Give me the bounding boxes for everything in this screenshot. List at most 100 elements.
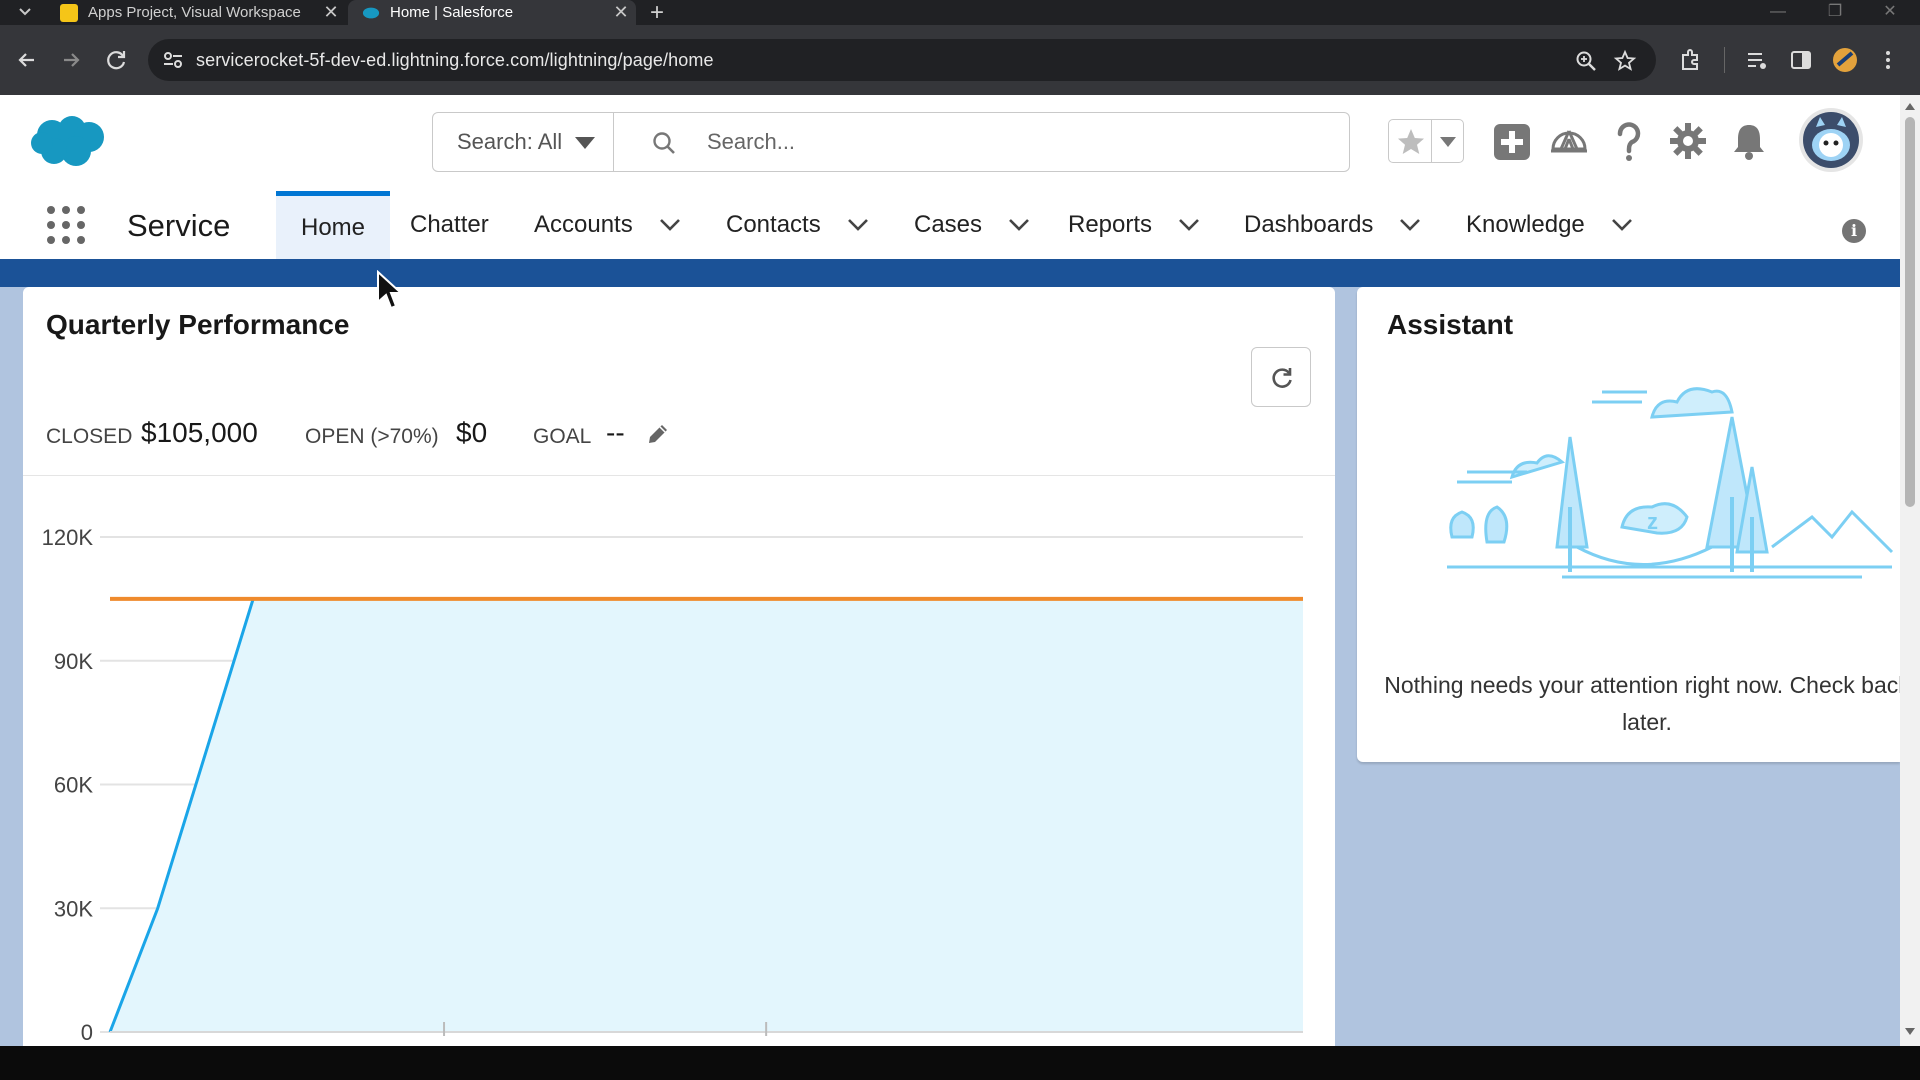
notifications-bell-icon[interactable]	[1730, 121, 1768, 161]
side-panel-icon[interactable]	[1786, 45, 1816, 75]
chevron-down-icon[interactable]	[1006, 212, 1032, 238]
back-arrow-icon[interactable]	[12, 45, 42, 75]
card-divider	[23, 475, 1335, 476]
refresh-button[interactable]	[1251, 347, 1311, 407]
nav-tab-cases[interactable]: Cases	[914, 191, 1032, 259]
favorites-star-icon[interactable]	[1395, 126, 1427, 158]
global-actions-plus-icon[interactable]	[1492, 122, 1532, 162]
chevron-down-icon[interactable]	[845, 212, 871, 238]
browser-tab-bar: Apps Project, Visual Workspace ✕ Home | …	[0, 0, 1920, 25]
nav-tab-label: Knowledge	[1466, 211, 1585, 238]
card-title: Quarterly Performance	[46, 309, 350, 340]
close-window-button[interactable]: ✕	[1870, 0, 1910, 25]
scroll-up-arrow-icon[interactable]	[1904, 101, 1916, 111]
card-title: Assistant	[1387, 309, 1514, 340]
chevron-down-icon[interactable]	[1397, 212, 1423, 238]
scroll-down-arrow-icon[interactable]	[1904, 1027, 1916, 1037]
closed-value: $105,000	[141, 417, 258, 448]
screen-bottom-bar	[0, 1046, 1920, 1080]
salesforce-global-header: Search: All	[0, 95, 1900, 191]
chevron-down-icon[interactable]	[1176, 212, 1202, 238]
quarterly-performance-card: Quarterly Performance CLOSED $105,000 OP…	[23, 287, 1335, 1057]
nav-tab-accounts[interactable]: Accounts	[534, 191, 683, 259]
home-page-content: Quarterly Performance CLOSED $105,000 OP…	[0, 259, 1900, 1057]
open-value: $0	[456, 417, 488, 448]
browser-tab-apps-project[interactable]: Apps Project, Visual Workspace ✕	[46, 0, 346, 25]
salesforce-logo[interactable]	[30, 115, 108, 169]
y-tick-label: 90K	[54, 649, 93, 674]
url-text: servicerocket-5f-dev-ed.lightning.force.…	[196, 50, 714, 70]
nav-tab-knowledge[interactable]: Knowledge	[1466, 191, 1635, 259]
goal-value: --	[606, 417, 625, 448]
forward-arrow-icon[interactable]	[56, 45, 86, 75]
tab-title: Home | Salesforce	[390, 4, 514, 21]
app-navigation-bar: Service Home Chatter Accounts Contacts C…	[0, 191, 1900, 259]
salesforce-favicon-icon	[362, 7, 380, 18]
setup-gear-icon[interactable]	[1668, 121, 1708, 161]
global-search-box[interactable]	[613, 112, 1350, 172]
goal-label: GOAL	[533, 425, 592, 448]
close-tab-icon[interactable]: ✕	[316, 2, 346, 23]
chevron-down-icon[interactable]	[1609, 212, 1635, 238]
trailhead-guidance-icon[interactable]	[1548, 121, 1590, 163]
caret-down-icon	[575, 137, 595, 149]
help-question-icon[interactable]	[1612, 121, 1646, 163]
nav-tab-chatter[interactable]: Chatter	[410, 191, 489, 259]
y-tick-label: 0	[81, 1020, 93, 1045]
search-scope-label: Search: All	[457, 129, 563, 154]
close-tab-icon[interactable]: ✕	[606, 2, 636, 23]
restore-window-button[interactable]: ❐	[1815, 0, 1855, 25]
profile-avatar-icon[interactable]	[1830, 45, 1860, 75]
tab-title: Apps Project, Visual Workspace	[88, 4, 301, 21]
closed-label: CLOSED	[46, 425, 133, 448]
nav-tab-reports[interactable]: Reports	[1068, 191, 1202, 259]
scrollbar-thumb[interactable]	[1905, 117, 1915, 507]
header-decoration-band	[0, 259, 1900, 287]
search-input[interactable]	[707, 127, 1307, 157]
zoom-icon[interactable]	[1574, 49, 1598, 73]
extensions-puzzle-icon[interactable]	[1676, 45, 1706, 75]
user-avatar[interactable]	[1798, 107, 1864, 173]
svg-text:z: z	[1647, 509, 1658, 534]
reload-icon[interactable]	[102, 45, 132, 75]
relaxing-hammock-illustration: z	[1447, 387, 1894, 579]
open-label: OPEN (>70%)	[305, 425, 439, 448]
minimize-window-button[interactable]: —	[1758, 0, 1798, 25]
app-launcher-waffle-icon[interactable]	[45, 204, 87, 246]
assistant-card: Assistant z Nothing needs your attention…	[1357, 287, 1900, 762]
y-tick-label: 60K	[54, 773, 93, 798]
nav-tab-home[interactable]: Home	[276, 191, 390, 259]
address-bar[interactable]: servicerocket-5f-dev-ed.lightning.force.…	[148, 39, 1656, 81]
series-area	[110, 598, 1303, 1032]
page-scrollbar[interactable]	[1900, 95, 1920, 1046]
mouse-cursor-icon	[377, 270, 404, 310]
bookmark-star-icon[interactable]	[1613, 49, 1637, 73]
new-tab-button[interactable]: +	[650, 0, 664, 25]
edit-goal-pencil-icon[interactable]	[645, 421, 671, 447]
chevron-down-icon[interactable]	[657, 212, 683, 238]
refresh-icon	[1272, 368, 1292, 388]
tab-search-chevron-icon[interactable]	[14, 2, 36, 22]
assistant-empty-message: Nothing needs your attention right now. …	[1384, 672, 1900, 735]
nav-tab-dashboards[interactable]: Dashboards	[1244, 191, 1423, 259]
browser-toolbar: servicerocket-5f-dev-ed.lightning.force.…	[0, 25, 1920, 95]
nav-tab-label: Contacts	[726, 211, 821, 238]
miro-favicon-icon	[60, 3, 78, 22]
nav-tab-label: Accounts	[534, 211, 633, 238]
y-tick-label: 120K	[42, 525, 94, 550]
nav-tab-label: Cases	[914, 211, 983, 238]
browser-menu-icon[interactable]	[1878, 45, 1898, 75]
nav-tab-contacts[interactable]: Contacts	[726, 191, 871, 259]
quarterly-performance-chart: 120K 90K 60K 30K 0	[42, 525, 1303, 1045]
nav-tab-label: Chatter	[410, 211, 489, 238]
browser-tab-salesforce-home[interactable]: Home | Salesforce ✕	[348, 0, 636, 25]
favorites-list-caret-icon[interactable]	[1437, 134, 1459, 150]
search-scope-dropdown[interactable]: Search: All	[432, 112, 614, 172]
site-info-icon[interactable]	[162, 50, 184, 70]
app-name: Service	[127, 208, 231, 243]
info-icon[interactable]: i	[1842, 219, 1866, 243]
favorites-group	[1388, 119, 1464, 163]
media-queue-icon[interactable]	[1742, 45, 1772, 75]
nav-tab-label: Home	[300, 213, 366, 241]
nav-tab-label: Reports	[1068, 211, 1153, 238]
